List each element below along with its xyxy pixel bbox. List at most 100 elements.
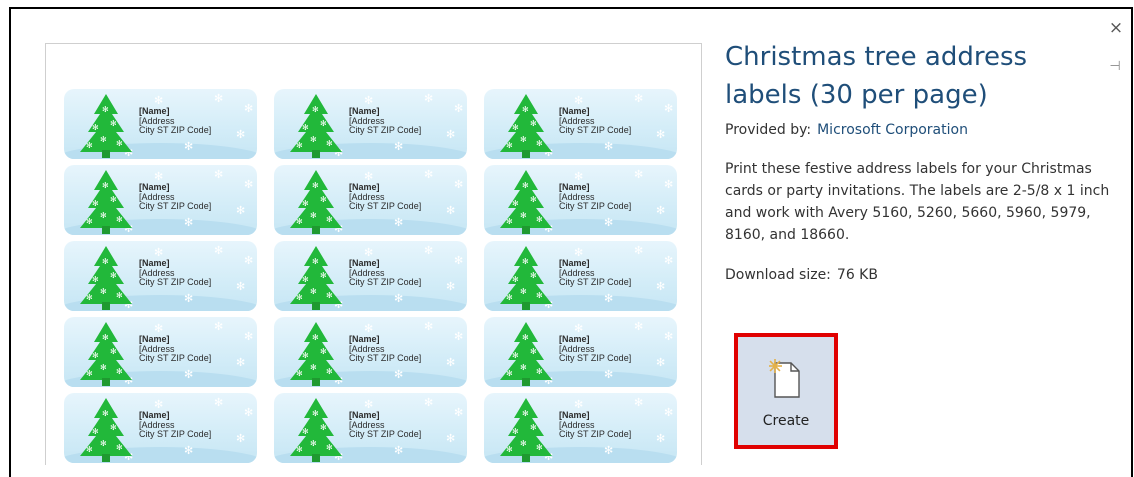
snowflake-icon: ✻ <box>424 244 434 257</box>
snowflake-icon: ✻ <box>656 356 666 369</box>
snowflake-icon: ✻ <box>424 320 434 333</box>
svg-text:✻: ✻ <box>506 369 513 378</box>
svg-text:✻: ✻ <box>326 139 333 148</box>
snowflake-icon: ✻ <box>244 102 254 115</box>
svg-text:✻: ✻ <box>310 439 317 448</box>
christmas-tree-icon: ✻✻ ✻✻ ✻✻ <box>80 94 132 158</box>
svg-text:✻: ✻ <box>86 369 93 378</box>
address-label: ✻✻✻✻✻✻✻✻✻✻✻✻✻[Name][AddressCity ST ZIP C… <box>64 241 257 311</box>
svg-text:✻: ✻ <box>520 439 527 448</box>
snowflake-icon: ✻ <box>664 102 674 115</box>
snowflake-icon: ✻ <box>574 322 584 335</box>
svg-text:✻: ✻ <box>102 181 109 190</box>
snowflake-icon: ✻ <box>664 406 674 419</box>
snowflake-icon: ✻ <box>454 178 464 191</box>
snowflake-icon: ✻ <box>664 178 674 191</box>
snowflake-icon: ✻ <box>214 92 224 105</box>
svg-text:✻: ✻ <box>296 293 303 302</box>
christmas-tree-icon: ✻✻ ✻✻ ✻✻ <box>500 246 552 310</box>
snowflake-icon: ✻ <box>154 398 164 411</box>
svg-text:✻: ✻ <box>310 363 317 372</box>
create-button[interactable]: Create <box>734 333 838 449</box>
christmas-tree-icon: ✻✻ ✻✻ ✻✻ <box>80 246 132 310</box>
svg-text:✻: ✻ <box>92 199 99 208</box>
snowflake-icon: ✻ <box>656 280 666 293</box>
svg-text:✻: ✻ <box>320 195 327 204</box>
snowflake-icon: ✻ <box>574 94 584 107</box>
snowflake-icon: ✻ <box>154 94 164 107</box>
snowflake-icon: ✻ <box>236 280 246 293</box>
label-city: City ST ZIP Code] <box>559 353 632 363</box>
label-text: [Name] [Address City ST ZIP Code] <box>139 182 211 212</box>
snowflake-icon: ✻ <box>236 356 246 369</box>
close-icon[interactable]: × <box>1107 19 1125 37</box>
address-label: ✻✻✻✻✻✻✻✻✻✻✻✻✻[Name][AddressCity ST ZIP C… <box>64 393 257 463</box>
svg-text:✻: ✻ <box>102 333 109 342</box>
svg-text:✻: ✻ <box>530 119 537 128</box>
svg-text:✻: ✻ <box>326 367 333 376</box>
snowflake-icon: ✻ <box>394 140 404 153</box>
svg-text:✻: ✻ <box>312 181 319 190</box>
snowflake-icon: ✻ <box>446 280 456 293</box>
label-city: City ST ZIP Code] <box>559 125 632 135</box>
svg-text:✻: ✻ <box>320 271 327 280</box>
svg-text:✻: ✻ <box>530 195 537 204</box>
svg-text:✻: ✻ <box>110 347 117 356</box>
svg-text:✻: ✻ <box>92 427 99 436</box>
snowflake-icon: ✻ <box>454 254 464 267</box>
snowflake-icon: ✻ <box>604 140 614 153</box>
svg-text:✻: ✻ <box>520 363 527 372</box>
svg-text:✻: ✻ <box>92 351 99 360</box>
svg-text:✻: ✻ <box>296 141 303 150</box>
snowflake-icon: ✻ <box>634 92 644 105</box>
snowflake-icon: ✻ <box>454 330 464 343</box>
snowflake-icon: ✻ <box>574 246 584 259</box>
svg-text:✻: ✻ <box>312 333 319 342</box>
label-city: City ST ZIP Code] <box>349 125 422 135</box>
label-city: City ST ZIP Code] <box>349 277 422 287</box>
label-city: City ST ZIP Code] <box>349 201 422 211</box>
svg-text:✻: ✻ <box>310 135 317 144</box>
christmas-tree-icon: ✻✻ ✻✻ ✻✻ <box>290 322 342 386</box>
svg-text:✻: ✻ <box>536 443 543 452</box>
snowflake-icon: ✻ <box>364 94 374 107</box>
christmas-tree-icon: ✻✻ ✻✻ ✻✻ <box>500 94 552 158</box>
label-text: [Name] [Address City ST ZIP Code] <box>139 258 211 288</box>
svg-text:✻: ✻ <box>530 423 537 432</box>
svg-text:✻: ✻ <box>506 293 513 302</box>
svg-text:✻: ✻ <box>326 443 333 452</box>
download-size-line: Download size: 76 KB <box>725 267 1110 283</box>
address-label: ✻✻✻✻✻✻✻✻✻✻✻✻✻[Name][AddressCity ST ZIP C… <box>64 317 257 387</box>
svg-text:✻: ✻ <box>86 141 93 150</box>
address-label: ✻✻✻✻✻✻✻✻✻✻✻✻✻[Name][AddressCity ST ZIP C… <box>274 165 467 235</box>
label-text: [Name] [Address City ST ZIP Code] <box>559 182 631 212</box>
svg-text:✻: ✻ <box>520 211 527 220</box>
label-city: City ST ZIP Code] <box>139 429 212 439</box>
svg-text:✻: ✻ <box>110 423 117 432</box>
christmas-tree-icon: ✻✻ ✻✻ ✻✻ <box>500 170 552 234</box>
snowflake-icon: ✻ <box>214 320 224 333</box>
svg-text:✻: ✻ <box>512 275 519 284</box>
label-text: [Name] [Address City ST ZIP Code] <box>139 334 211 364</box>
svg-text:✻: ✻ <box>102 409 109 418</box>
svg-text:✻: ✻ <box>536 215 543 224</box>
svg-text:✻: ✻ <box>116 443 123 452</box>
snowflake-icon: ✻ <box>214 244 224 257</box>
label-text: [Name] [Address City ST ZIP Code] <box>349 334 421 364</box>
snowflake-icon: ✻ <box>184 292 194 305</box>
svg-text:✻: ✻ <box>506 445 513 454</box>
svg-text:✻: ✻ <box>320 423 327 432</box>
svg-text:✻: ✻ <box>100 439 107 448</box>
svg-text:✻: ✻ <box>86 445 93 454</box>
snowflake-icon: ✻ <box>574 398 584 411</box>
svg-text:✻: ✻ <box>100 363 107 372</box>
svg-text:✻: ✻ <box>512 123 519 132</box>
svg-text:✻: ✻ <box>302 427 309 436</box>
address-label: ✻✻✻✻✻✻✻✻✻✻✻✻✻[Name][AddressCity ST ZIP C… <box>484 89 677 159</box>
svg-text:✻: ✻ <box>512 427 519 436</box>
address-label: ✻✻✻✻✻✻✻✻✻✻✻✻✻[Name][AddressCity ST ZIP C… <box>484 393 677 463</box>
snowflake-icon: ✻ <box>656 128 666 141</box>
svg-text:✻: ✻ <box>116 291 123 300</box>
christmas-tree-icon: ✻✻ ✻✻ ✻✻ <box>290 94 342 158</box>
snowflake-icon: ✻ <box>184 368 194 381</box>
